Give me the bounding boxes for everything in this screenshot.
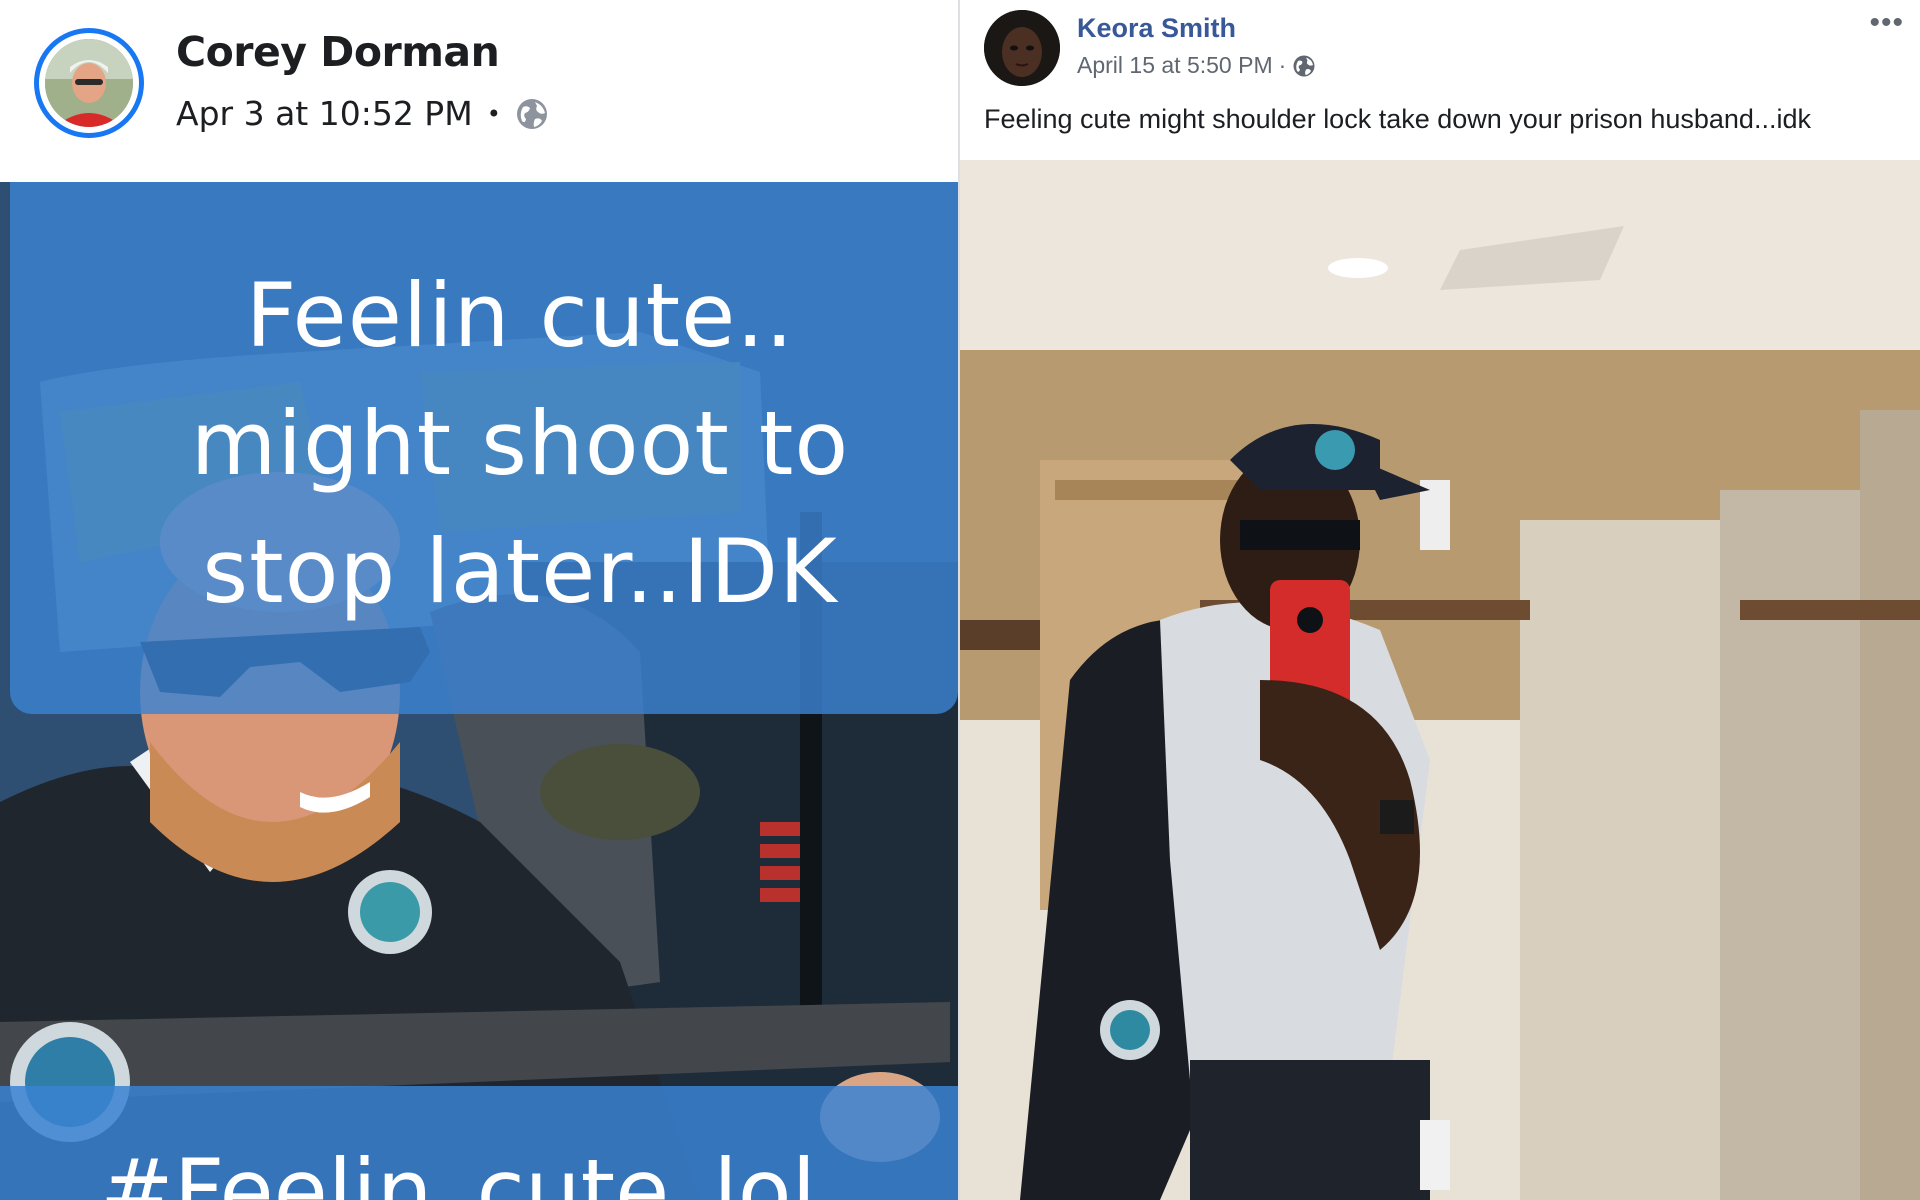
more-options-button[interactable]: ••• — [1869, 8, 1904, 38]
avatar-photo — [45, 39, 133, 127]
meta-separator: • — [486, 99, 501, 128]
left-author-name[interactable]: Corey Dorman — [176, 28, 500, 76]
image-caption-text: Feelin cute.. might shoot to stop later.… — [190, 264, 850, 623]
meta-separator: · — [1278, 52, 1287, 78]
avatar-photo — [984, 10, 1060, 86]
right-post-timestamp[interactable]: April 15 at 5:50 PM — [1077, 52, 1273, 79]
left-post-header: Corey Dorman Apr 3 at 10:52 PM • — [0, 0, 958, 180]
left-author-avatar[interactable] — [34, 28, 144, 138]
globe-icon[interactable] — [1292, 54, 1316, 78]
image-bottom-text: #Feelin_cute_lol — [100, 1140, 817, 1200]
right-post-meta: April 15 at 5:50 PM · — [1077, 52, 1316, 79]
left-post-image[interactable]: Feelin cute.. might shoot to stop later.… — [0, 182, 958, 1200]
left-post-meta: Apr 3 at 10:52 PM • — [176, 94, 549, 133]
right-post-image[interactable] — [960, 160, 1920, 1200]
left-post-timestamp[interactable]: Apr 3 at 10:52 PM — [176, 94, 473, 133]
right-facebook-post: Keora Smith April 15 at 5:50 PM · ••• Fe… — [960, 0, 1920, 1200]
left-facebook-post: Corey Dorman Apr 3 at 10:52 PM • Feelin … — [0, 0, 958, 1200]
right-post-text: Feeling cute might shoulder lock take do… — [984, 104, 1811, 134]
globe-icon[interactable] — [515, 97, 549, 131]
screenshot-canvas: Corey Dorman Apr 3 at 10:52 PM • Feelin … — [0, 0, 1920, 1200]
right-author-avatar[interactable] — [984, 10, 1060, 86]
right-photo-scene — [960, 160, 1920, 1200]
right-author-name[interactable]: Keora Smith — [1077, 13, 1236, 44]
